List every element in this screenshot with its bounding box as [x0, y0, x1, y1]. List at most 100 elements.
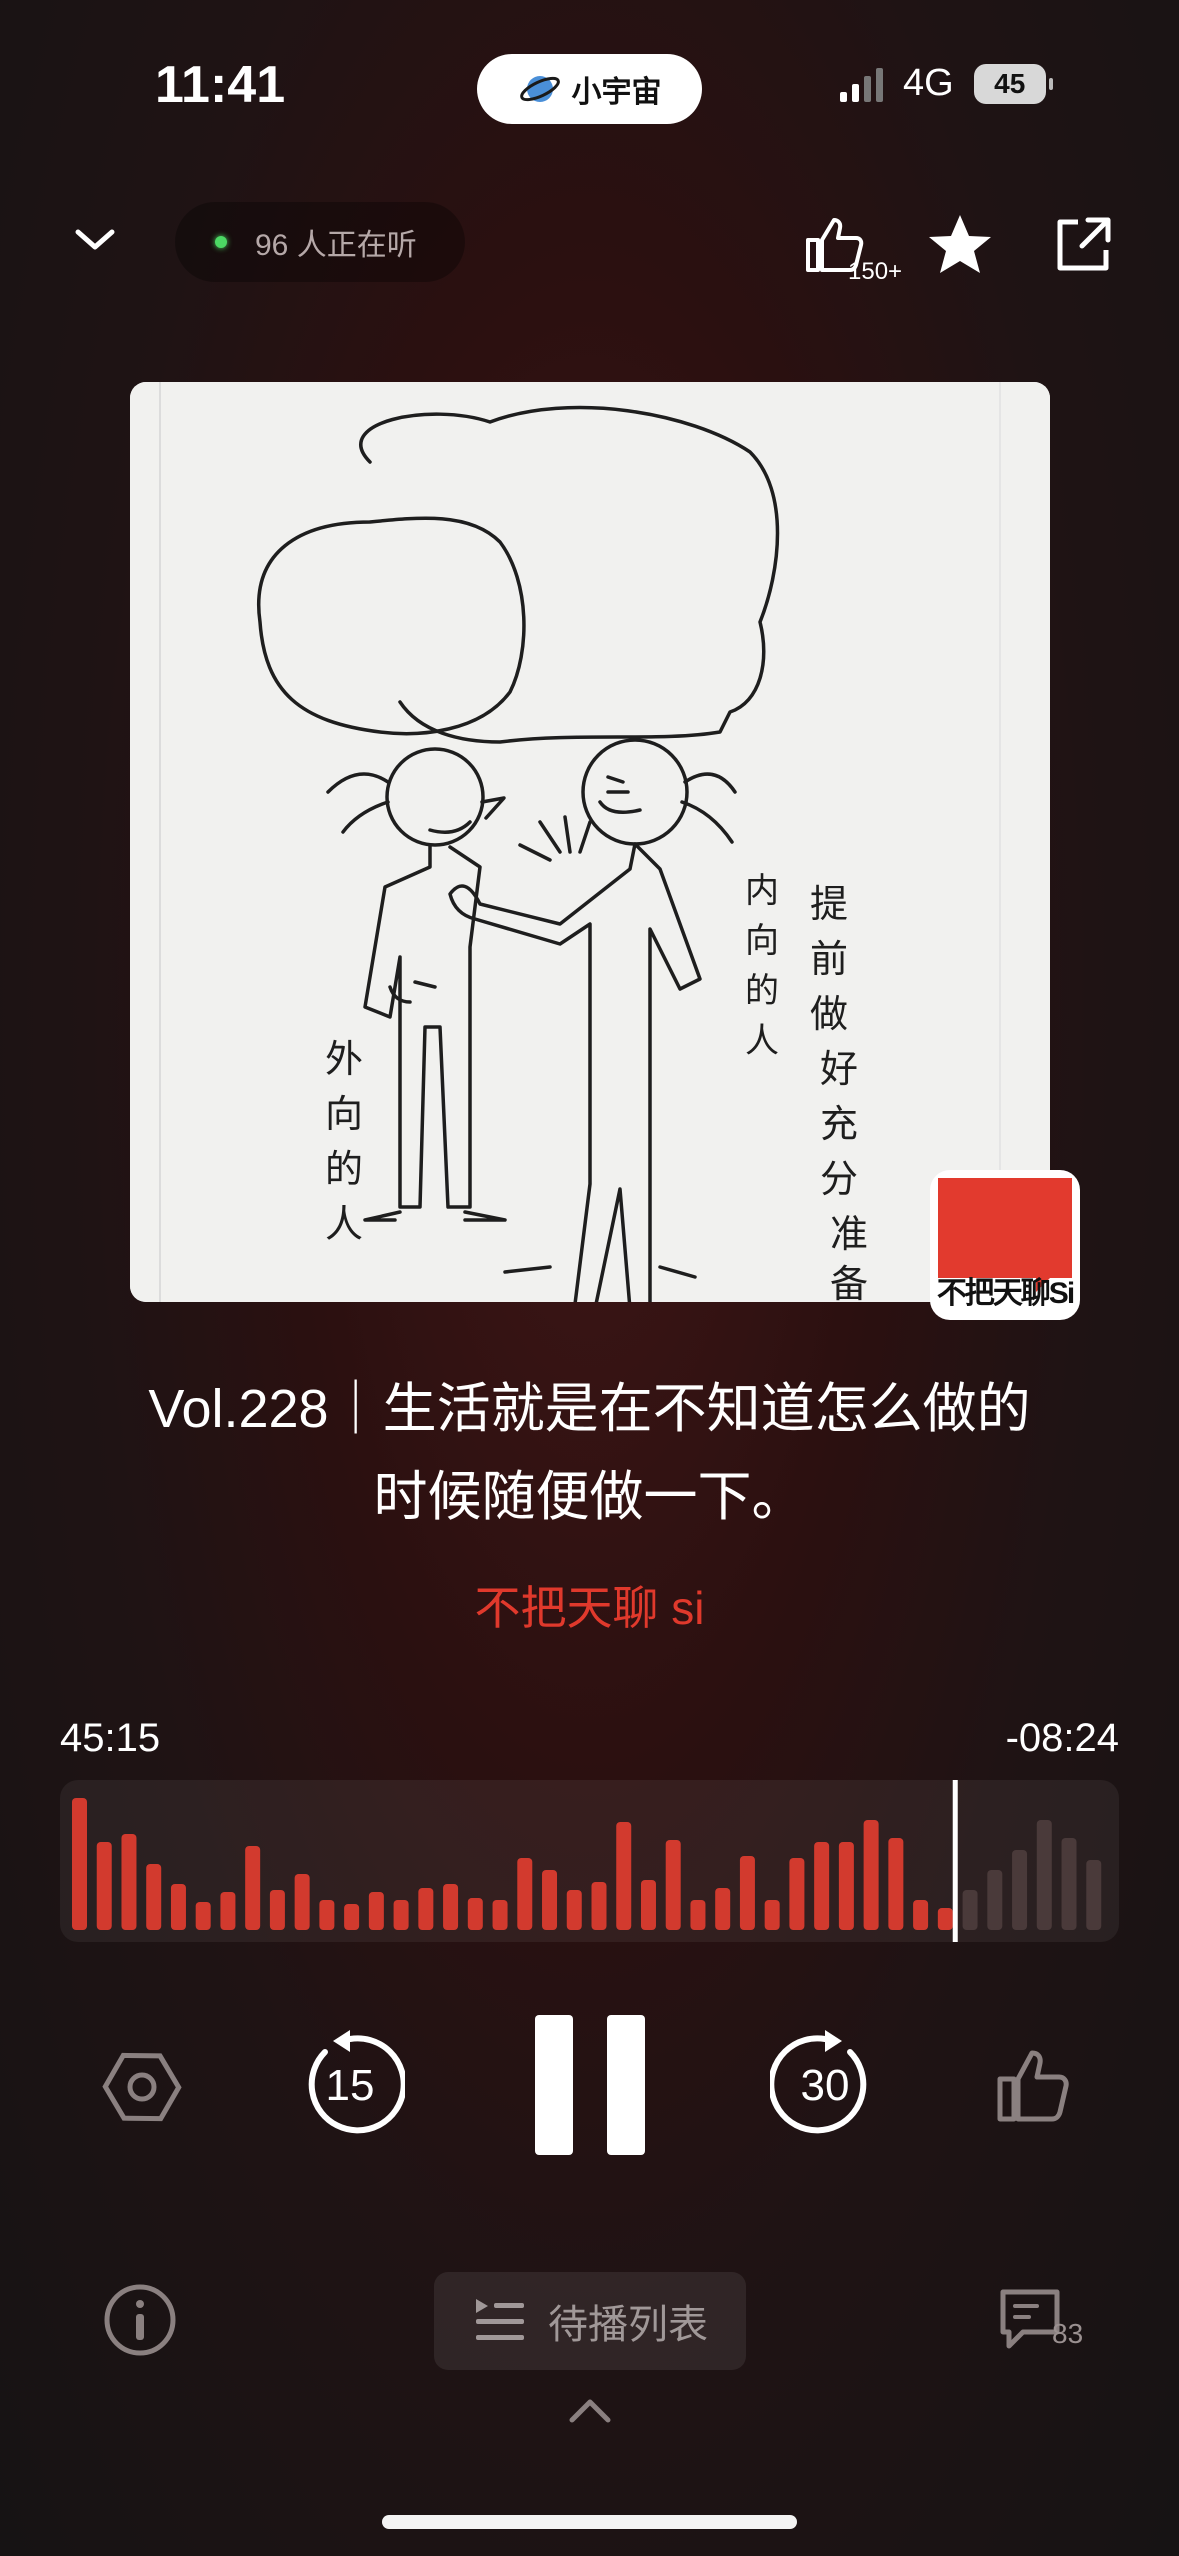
signal-icon: [840, 66, 883, 102]
waveform-bar: [1012, 1850, 1028, 1930]
waveform-bar: [838, 1842, 854, 1930]
like-button[interactable]: [992, 2043, 1076, 2127]
svg-text:的: 的: [325, 1147, 363, 1191]
waveform-bar: [1086, 1860, 1102, 1930]
listeners-pill: 96 人正在听: [175, 202, 465, 282]
waveform-bar: [591, 1882, 607, 1930]
skip-forward-button[interactable]: 30: [770, 2030, 880, 2140]
svg-text:备: 备: [830, 1262, 868, 1302]
waveform-bar: [739, 1856, 755, 1930]
svg-text:人: 人: [325, 1202, 363, 1246]
waveform-bar: [1036, 1820, 1052, 1930]
planet-icon: [519, 76, 560, 102]
waveform-bar: [146, 1864, 162, 1930]
chevron-up-icon: [569, 2399, 611, 2423]
badge-label: 不把天聊Si: [936, 1277, 1075, 1310]
waveform-bar: [937, 1908, 953, 1930]
svg-text:充: 充: [820, 1102, 858, 1146]
svg-text:好: 好: [820, 1047, 858, 1091]
svg-text:前: 前: [810, 937, 848, 981]
waveform-scrubber[interactable]: [60, 1780, 1119, 1942]
episode-title-line2: 时候随便做一下。: [373, 1467, 806, 1527]
svg-text:的: 的: [745, 971, 779, 1011]
queue-button[interactable]: 待播列表: [434, 2272, 746, 2370]
waveform-bar: [467, 1898, 483, 1930]
waveform-bar: [863, 1820, 879, 1930]
waveform-bar: [443, 1884, 459, 1930]
live-dot: [215, 236, 227, 248]
waveform-bar: [393, 1900, 409, 1930]
svg-text:人: 人: [745, 1021, 779, 1061]
playlist-icon: [476, 2299, 524, 2340]
svg-text:准: 准: [830, 1212, 868, 1256]
drawing-label-prepare: 提: [810, 882, 848, 926]
pause-button[interactable]: [530, 2015, 650, 2155]
episode-title-line1: Vol.228｜生活就是在不知道怎么做的: [148, 1379, 1031, 1439]
collapse-button[interactable]: [70, 215, 120, 270]
waveform-bar: [319, 1900, 335, 1930]
status-time: 11:41: [155, 56, 286, 114]
drawing-label-extrovert: 外: [325, 1037, 363, 1081]
expand-up-button[interactable]: [564, 2392, 616, 2428]
favorite-button[interactable]: [925, 210, 995, 285]
waveform-bar: [294, 1874, 310, 1930]
waveform-bar: [269, 1890, 285, 1930]
share-button[interactable]: [1050, 212, 1116, 283]
waveform-bar: [418, 1888, 434, 1930]
episode-cover: 外 向 的 人 内 向 的 人 提 前 做 好 充 分 准 备: [130, 382, 1050, 1302]
network-type: 4G: [903, 62, 954, 104]
waveform-bar: [195, 1902, 211, 1930]
like-count: 150+: [848, 258, 903, 285]
waveform-bar: [1061, 1838, 1077, 1930]
waveform-bar: [789, 1858, 805, 1930]
waveform-bar: [987, 1870, 1003, 1930]
rewind-15-icon: 15: [308, 2030, 405, 2134]
battery-level: 45: [994, 67, 1026, 99]
svg-text:向: 向: [325, 1092, 363, 1136]
elapsed-time: 45:15: [60, 1716, 161, 1760]
waveform-bar: [517, 1858, 533, 1930]
waveform-bars: [72, 1780, 1102, 1942]
forward-30-icon: 30: [770, 2030, 867, 2134]
skip-forward-seconds: 30: [801, 2061, 850, 2110]
podcast-name-link[interactable]: 不把天聊 si: [0, 1572, 1179, 1638]
info-icon: [104, 2284, 176, 2356]
remaining-time: -08:24: [1005, 1716, 1119, 1760]
svg-text:分: 分: [820, 1157, 858, 1201]
settings-button[interactable]: [100, 2045, 184, 2129]
badge-red-block: [938, 1178, 1072, 1292]
waveform-bar: [566, 1890, 582, 1930]
app-pill[interactable]: 小宇宙: [477, 54, 702, 124]
info-button[interactable]: [102, 2282, 178, 2358]
podcast-badge: 不把天聊Si: [930, 1170, 1080, 1320]
waveform-bar: [121, 1834, 137, 1930]
waveform-bar: [72, 1798, 87, 1930]
hexagon-gear-icon: [102, 2052, 182, 2122]
waveform-bar: [690, 1900, 706, 1930]
svg-text:向: 向: [745, 921, 779, 961]
playhead[interactable]: [952, 1780, 958, 1942]
thumbs-up-icon: [997, 2050, 1069, 2122]
home-indicator[interactable]: [382, 2515, 797, 2529]
waveform-bar: [220, 1892, 236, 1930]
cover-drawing: 外 向 的 人 内 向 的 人 提 前 做 好 充 分 准 备: [130, 382, 1050, 1302]
waveform-bar: [888, 1838, 904, 1930]
waveform-bar: [616, 1822, 632, 1930]
battery-icon: 45: [973, 63, 1053, 104]
waveform-bar: [170, 1884, 186, 1930]
episode-title: Vol.228｜生活就是在不知道怎么做的 时候随便做一下。: [60, 1365, 1119, 1541]
waveform-bar: [640, 1880, 656, 1930]
waveform-bar: [814, 1842, 830, 1930]
waveform-bar: [96, 1842, 112, 1930]
skip-back-button[interactable]: 15: [295, 2030, 405, 2140]
svg-text:做: 做: [810, 992, 848, 1036]
waveform-bar: [492, 1900, 508, 1930]
waveform-bar: [764, 1900, 780, 1930]
chevron-down-icon: [75, 229, 115, 250]
queue-label: 待播列表: [548, 2303, 708, 2347]
waveform-bar: [245, 1846, 261, 1930]
waveform-bar: [542, 1870, 558, 1930]
star-icon: [929, 215, 991, 273]
pause-icon: [535, 2015, 645, 2155]
listeners-text: 96 人正在听: [255, 229, 417, 262]
